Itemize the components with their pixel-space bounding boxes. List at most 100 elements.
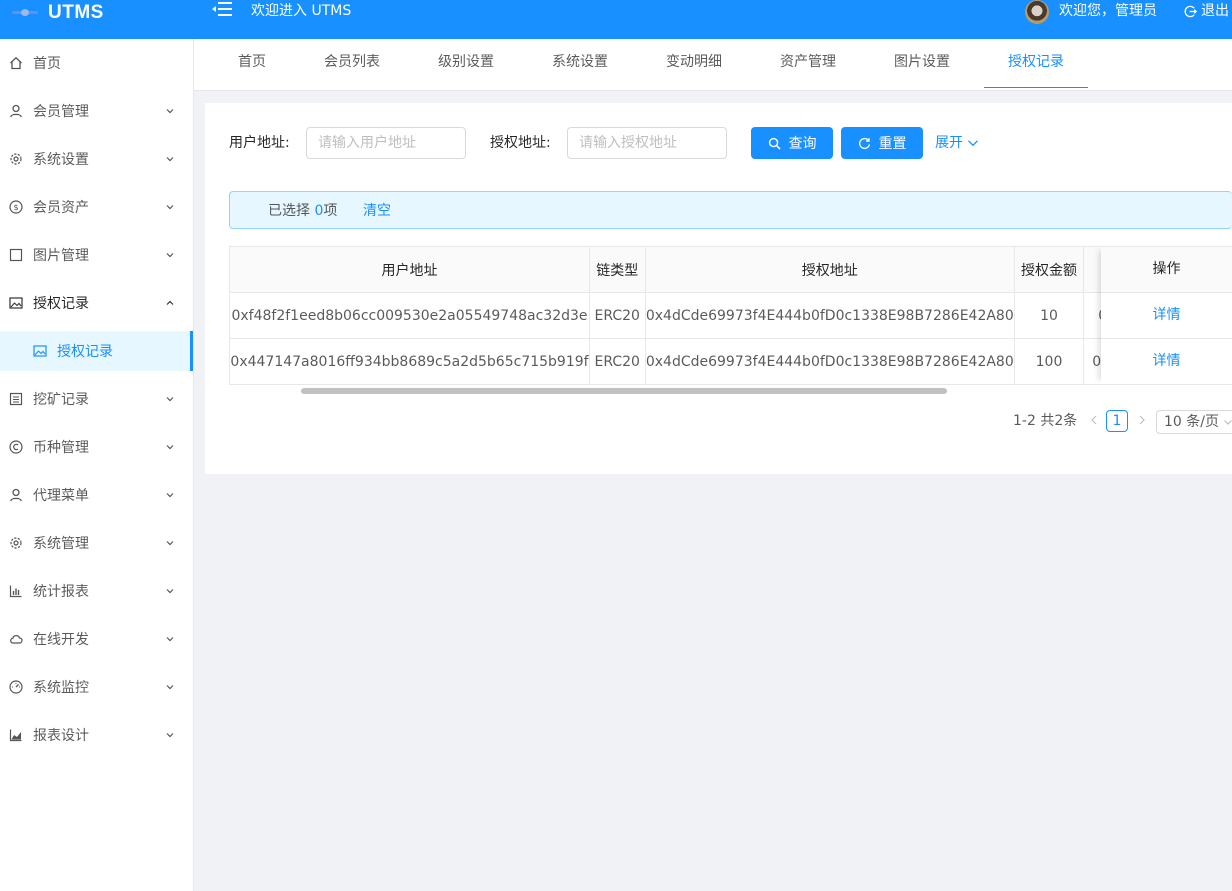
- chevron-left-icon: [1091, 415, 1097, 425]
- sidebar-item-system-settings[interactable]: 系统设置: [0, 139, 193, 179]
- page-number-button[interactable]: 1: [1106, 410, 1128, 432]
- column-header-user-address: 用户地址: [229, 246, 590, 293]
- sidebar-item-member-management[interactable]: 会员管理: [0, 91, 193, 131]
- sidebar-item-statistics-reports[interactable]: 统计报表: [0, 571, 193, 611]
- tab-auth-records[interactable]: 授权记录: [984, 39, 1088, 88]
- sidebar-item-label: 挖矿记录: [33, 392, 89, 408]
- chevron-down-icon: [165, 586, 175, 596]
- operation-column: 操作 详情 详情: [1101, 246, 1232, 385]
- logo-text: UTMS: [48, 1, 104, 23]
- page-size-select[interactable]: 10 条/页: [1156, 410, 1232, 434]
- sidebar-item-label: 统计报表: [33, 584, 89, 600]
- chevron-down-icon: [165, 202, 175, 212]
- details-link[interactable]: 详情: [1153, 353, 1181, 369]
- area-chart-icon: [9, 728, 23, 742]
- avatar[interactable]: [1025, 0, 1049, 24]
- chevron-down-icon: [1224, 420, 1232, 425]
- sidebar-item-online-development[interactable]: 在线开发: [0, 619, 193, 659]
- sidebar-item-label: 报表设计: [33, 728, 89, 744]
- tab-system-settings[interactable]: 系统设置: [550, 39, 610, 87]
- tab-asset-management[interactable]: 资产管理: [778, 39, 838, 87]
- column-header-operation: 操作: [1101, 246, 1232, 293]
- chevron-down-icon: [165, 538, 175, 548]
- details-link[interactable]: 详情: [1153, 307, 1181, 323]
- tab-change-details[interactable]: 变动明细: [664, 39, 724, 87]
- chevron-up-icon: [165, 298, 175, 308]
- sidebar-item-label: 在线开发: [33, 632, 89, 648]
- table-row: 0x447147a8016ff934bb8689c5a2d5b65c715b91…: [229, 338, 1214, 385]
- chevron-down-icon: [165, 442, 175, 452]
- cloud-icon: [9, 632, 23, 646]
- sidebar-item-label: 系统监控: [33, 680, 89, 696]
- chevron-down-icon: [165, 106, 175, 116]
- home-icon: [9, 56, 23, 70]
- sidebar-item-currency-management[interactable]: 币种管理: [0, 427, 193, 467]
- sidebar-item-label: 授权记录: [57, 344, 113, 360]
- logout-label: 退出: [1201, 3, 1229, 19]
- sidebar-item-auth-records[interactable]: 授权记录: [0, 283, 193, 323]
- sidebar-item-agent-menu[interactable]: 代理菜单: [0, 475, 193, 515]
- chain-type-cell: ERC20: [589, 338, 646, 385]
- logo-icon: [12, 8, 38, 17]
- sidebar-item-image-management[interactable]: 图片管理: [0, 235, 193, 275]
- sidebar-item-label: 币种管理: [33, 440, 89, 456]
- sidebar-item-label: 会员管理: [33, 104, 89, 120]
- sidebar-item-member-assets[interactable]: $ 会员资产: [0, 187, 193, 227]
- user-greeting[interactable]: 欢迎您，管理员: [1059, 0, 1157, 22]
- next-page-button[interactable]: [1136, 412, 1148, 428]
- reset-label: 重置: [878, 136, 907, 152]
- user-address-input[interactable]: [306, 127, 466, 159]
- prev-page-button[interactable]: [1088, 412, 1100, 428]
- sidebar-item-system-management[interactable]: 系统管理: [0, 523, 193, 563]
- sidebar-item-mining-records[interactable]: 挖矿记录: [0, 379, 193, 419]
- clear-selection-link[interactable]: 清空: [363, 192, 391, 230]
- chevron-down-icon: [968, 140, 978, 147]
- tab-level-settings[interactable]: 级别设置: [436, 39, 496, 87]
- auth-address-cell: 0x4dCde69973f4E444b0fD0c1338E98B7286E42A…: [645, 338, 1015, 385]
- sidebar-item-label: 会员资产: [33, 200, 89, 216]
- auth-address-cell: 0x4dCde69973f4E444b0fD0c1338E98B7286E42A…: [645, 292, 1015, 339]
- auth-address-input[interactable]: [567, 127, 727, 159]
- sidebar-item-home[interactable]: 首页: [0, 43, 193, 83]
- picture-icon: [9, 296, 23, 310]
- dollar-circle-icon: $: [9, 200, 23, 214]
- user-address-label: 用户地址:: [229, 135, 290, 151]
- sidebar-item-label: 代理菜单: [33, 488, 89, 504]
- query-label: 查询: [788, 136, 817, 152]
- user-address-cell: 0xf48f2f1eed8b06cc009530e2a05549748ac32d…: [229, 292, 590, 339]
- sidebar: 首页 会员管理 系统设置 $ 会员资产 图片管理 授权记录 授权记录 挖矿记录 …: [0, 39, 194, 891]
- tab-image-settings[interactable]: 图片设置: [892, 39, 952, 87]
- menu-fold-icon[interactable]: [212, 2, 232, 16]
- top-header: UTMS 欢迎进入 UTMS 欢迎您，管理员 退出: [0, 0, 1232, 39]
- chevron-down-icon: [165, 730, 175, 740]
- logout-button[interactable]: 退出: [1184, 0, 1229, 22]
- svg-text:$: $: [13, 203, 18, 212]
- chevron-down-icon: [165, 154, 175, 164]
- data-table: 用户地址 链类型 授权地址 授权金额 0xf48f2f1eed8b06cc009…: [229, 246, 1232, 398]
- gear-icon: [9, 152, 23, 166]
- logo[interactable]: UTMS: [12, 0, 104, 25]
- auth-address-label: 授权地址:: [490, 135, 551, 151]
- query-button[interactable]: 查询: [751, 127, 833, 159]
- sidebar-item-report-design[interactable]: 报表设计: [0, 715, 193, 755]
- scrollbar-thumb[interactable]: [301, 388, 947, 394]
- chevron-down-icon: [165, 634, 175, 644]
- tab-home[interactable]: 首页: [224, 39, 280, 87]
- expand-label: 展开: [935, 135, 963, 151]
- chevron-down-icon: [165, 490, 175, 500]
- picture-icon: [33, 344, 47, 358]
- operation-cell: 详情: [1101, 339, 1232, 385]
- page-size-value: 10 条/页: [1164, 414, 1219, 430]
- chevron-down-icon: [165, 250, 175, 260]
- sidebar-item-system-monitoring[interactable]: 系统监控: [0, 667, 193, 707]
- copyright-circle-icon: [9, 440, 23, 454]
- logout-icon: [1184, 5, 1197, 17]
- tab-member-list[interactable]: 会员列表: [322, 39, 382, 87]
- selection-suffix: 项: [323, 203, 338, 219]
- search-icon: [768, 137, 781, 150]
- content-card: 用户地址: 授权地址: 查询 重置 展开 已选择 0项 清空: [205, 103, 1232, 474]
- expand-toggle[interactable]: 展开: [935, 127, 979, 159]
- reset-button[interactable]: 重置: [841, 127, 923, 159]
- user-icon: [9, 488, 23, 502]
- sidebar-subitem-auth-records[interactable]: 授权记录: [0, 331, 193, 371]
